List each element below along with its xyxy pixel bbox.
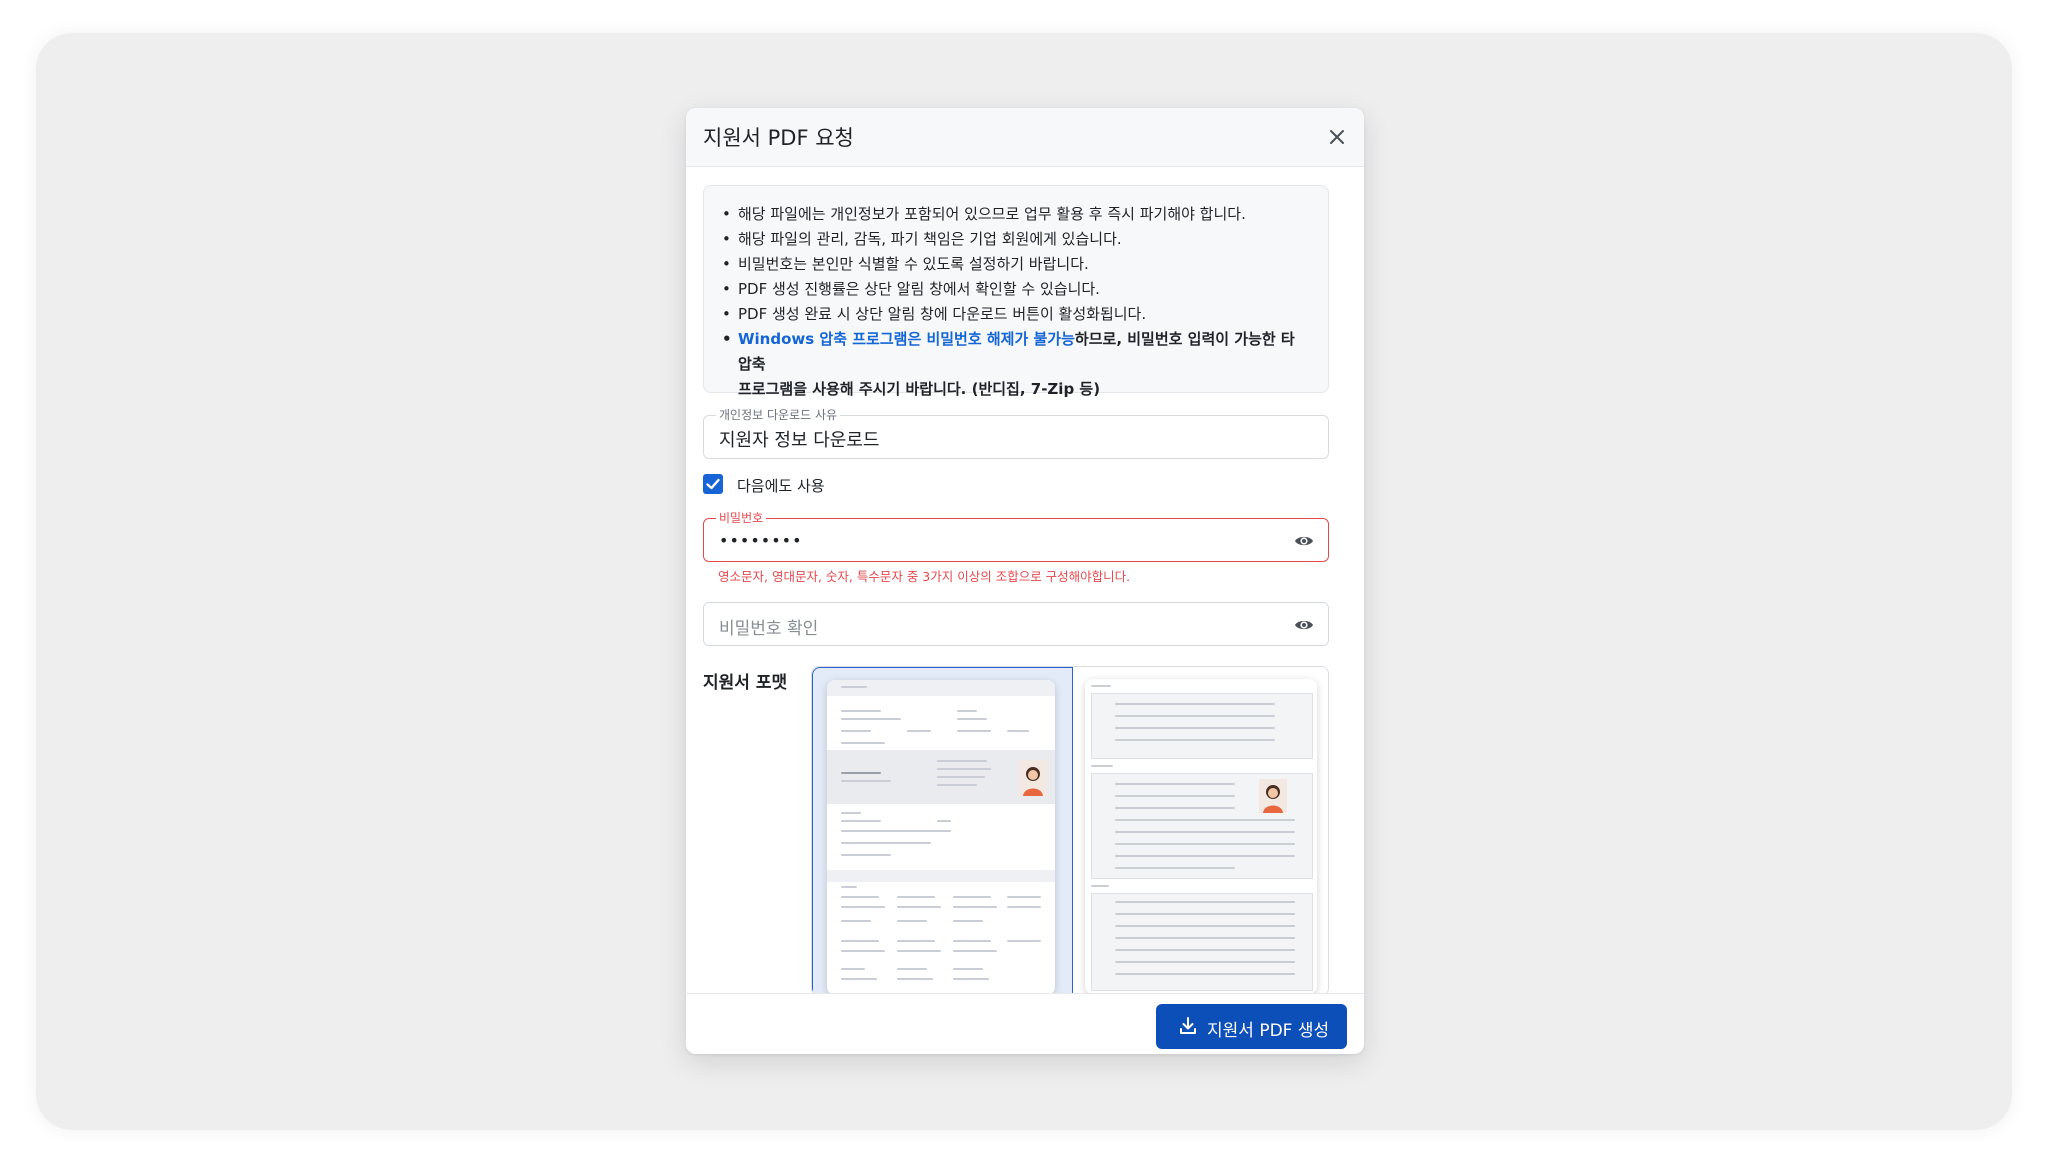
password-input[interactable]: 비밀번호 •••••••• <box>703 510 1329 562</box>
check-icon <box>706 478 720 490</box>
notice-item: PDF 생성 완료 시 상단 알림 창에 다운로드 버튼이 활성화됩니다. <box>720 302 1312 327</box>
notice-item: 해당 파일에는 개인정보가 포함되어 있으므로 업무 활용 후 즉시 파기해야 … <box>720 202 1312 227</box>
close-button[interactable] <box>1326 126 1348 148</box>
reason-input[interactable]: 개인정보 다운로드 사유 지원자 정보 다운로드 <box>703 407 1329 459</box>
password-confirm-input[interactable]: 비밀번호 확인 <box>703 602 1329 646</box>
pdf-request-dialog: 지원서 PDF 요청 해당 파일에는 개인정보가 포함되어 있으므로 업무 활용… <box>686 108 1364 1054</box>
format-label: 지원서 포맷 <box>703 673 788 693</box>
eye-icon <box>1295 620 1313 630</box>
notice-item: 비밀번호는 본인만 식별할 수 있도록 설정하기 바랍니다. <box>720 252 1312 277</box>
dialog-title: 지원서 PDF 요청 <box>703 126 854 150</box>
reason-label: 개인정보 다운로드 사유 <box>716 407 841 423</box>
format-options <box>811 666 1329 996</box>
notice-item: PDF 생성 진행률은 상단 알림 창에서 확인할 수 있습니다. <box>720 277 1312 302</box>
dialog-header: 지원서 PDF 요청 <box>686 108 1364 167</box>
profile-photo <box>1019 760 1047 796</box>
password-error-text: 영소문자, 영대문자, 숫자, 특수문자 중 3가지 이상의 조합으로 구성해야… <box>718 569 1131 584</box>
password-confirm-placeholder: 비밀번호 확인 <box>719 619 819 639</box>
notice-box: 해당 파일에는 개인정보가 포함되어 있으므로 업무 활용 후 즉시 파기해야 … <box>703 185 1329 398</box>
reuse-checkbox-label: 다음에도 사용 <box>737 477 825 495</box>
format-preview-table-image <box>1085 679 1317 994</box>
profile-photo <box>1259 779 1287 813</box>
generate-pdf-label: 지원서 PDF 생성 <box>1207 1021 1330 1041</box>
dialog-footer: 지원서 PDF 생성 <box>686 993 1364 1054</box>
eye-icon <box>1295 536 1313 546</box>
generate-pdf-button[interactable]: 지원서 PDF 생성 <box>1156 1004 1347 1049</box>
show-password-toggle[interactable] <box>1294 531 1314 551</box>
close-icon <box>1330 130 1344 144</box>
format-option-card[interactable] <box>812 667 1073 995</box>
show-password-confirm-toggle[interactable] <box>1294 615 1314 635</box>
notice-warning-item: Windows 압축 프로그램은 비밀번호 해제가 불가능하므로, 비밀번호 입… <box>720 327 1312 402</box>
download-icon <box>1180 1017 1196 1034</box>
format-option-table[interactable] <box>1073 667 1328 995</box>
reason-value: 지원자 정보 다운로드 <box>719 430 880 451</box>
format-preview-card-image <box>827 680 1055 995</box>
warning-text-2: 프로그램을 사용해 주시기 바랍니다. (반디집, 7-Zip 등) <box>738 380 1101 398</box>
warning-highlight: Windows 압축 프로그램은 비밀번호 해제가 불가능 <box>738 330 1075 348</box>
notice-item: 해당 파일의 관리, 감독, 파기 책임은 기업 회원에게 있습니다. <box>720 227 1312 252</box>
password-value: •••••••• <box>719 531 803 550</box>
password-label: 비밀번호 <box>716 510 767 526</box>
reuse-checkbox[interactable] <box>703 474 723 494</box>
